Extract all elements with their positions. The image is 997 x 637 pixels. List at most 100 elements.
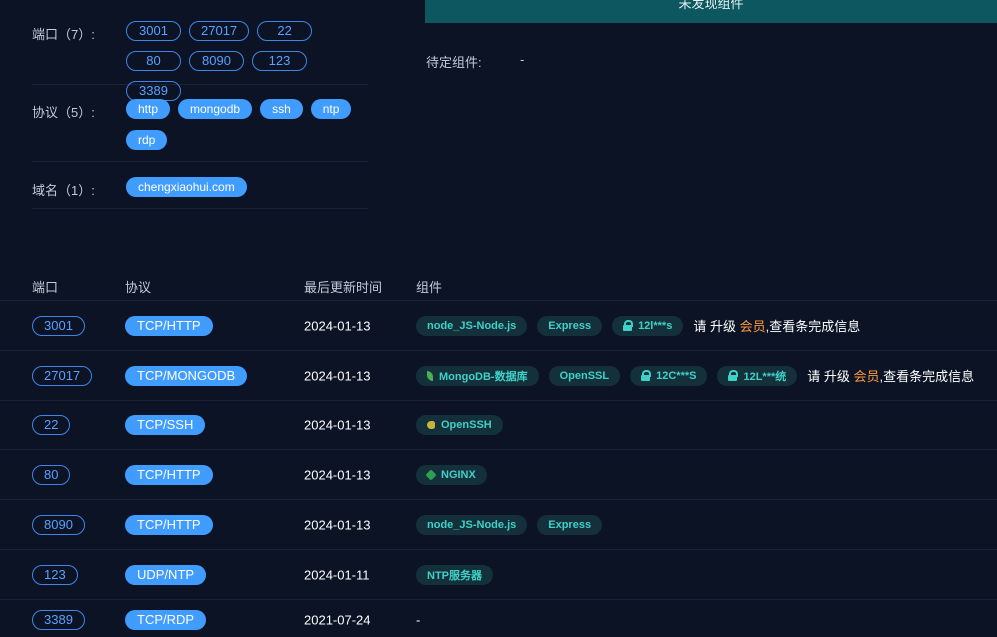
- component-name: node_JS-Node.js: [427, 319, 517, 332]
- protocol-tag[interactable]: TCP/HTTP: [125, 315, 213, 336]
- port-tag[interactable]: 3389: [126, 81, 181, 101]
- components-cell: -: [416, 612, 420, 627]
- port-cell: 3389: [32, 609, 85, 630]
- asset-summary: 端口（7）: 3001 27017 22 80 8090 123 3389 协议（5）: h…: [32, 0, 368, 209]
- pending-components-value: -: [520, 52, 525, 67]
- components-cell: NGINX: [416, 464, 497, 485]
- component-name: 12L***统: [743, 370, 787, 383]
- component-tag[interactable]: Express: [537, 514, 603, 535]
- protocol-cell: TCP/HTTP: [125, 464, 213, 485]
- component-name: 12C***S: [656, 369, 697, 382]
- domains-label: 域名（1）:: [32, 183, 95, 198]
- updated-date: 2024-01-13: [304, 318, 371, 333]
- ports-tag-list: 3001 27017 22 80 8090 123 3389: [126, 21, 368, 101]
- port-link[interactable]: 123: [32, 564, 78, 585]
- component-tag[interactable]: node_JS-Node.js: [416, 514, 528, 535]
- component-name: OpenSSH: [441, 418, 492, 431]
- summary-domains-row: 域名（1）: chengxiaohui.com: [32, 162, 368, 209]
- components-cell: MongoDB-数据库 OpenSSL 12C***S 12L***统 请 升级 会员,…: [416, 365, 974, 386]
- port-tag[interactable]: 3001: [126, 21, 181, 41]
- mongodb-leaf-icon: [427, 370, 433, 381]
- protocol-cell: TCP/HTTP: [125, 315, 213, 336]
- table-row: 8090 TCP/HTTP 2024-01-13 node_JS-Node.js Exp…: [0, 500, 997, 550]
- updated-date: 2024-01-11: [304, 567, 370, 582]
- component-tag[interactable]: OpenSSH: [416, 414, 503, 435]
- protocol-tag[interactable]: http: [126, 99, 171, 119]
- header-port: 端口: [32, 280, 59, 295]
- components-empty: -: [416, 612, 421, 627]
- port-cell: 27017: [32, 365, 93, 386]
- component-tag[interactable]: OpenSSL: [548, 365, 621, 386]
- table-row: 3001 TCP/HTTP 2024-01-13 node_JS-Node.js Exp…: [0, 301, 997, 351]
- component-tag[interactable]: 12L***统: [717, 365, 798, 386]
- protocols-tag-list: http mongodb ssh ntp rdp: [126, 99, 368, 161]
- openssh-fish-icon: [427, 420, 435, 429]
- protocol-tag[interactable]: TCP/SSH: [125, 414, 206, 435]
- port-tag[interactable]: 123: [252, 51, 307, 71]
- table-row: 27017 TCP/MONGODB 2024-01-13 MongoDB-数据库 Ope…: [0, 351, 997, 401]
- components-cell: OpenSSH: [416, 414, 513, 435]
- upgrade-prefix: 请 升级: [693, 319, 740, 334]
- updated-date: 2024-01-13: [304, 517, 371, 532]
- vip-link[interactable]: 会员: [854, 369, 880, 384]
- upgrade-notice: 请 升级 会员,查看条完成信息: [807, 366, 974, 385]
- port-link[interactable]: 8090: [32, 514, 85, 535]
- component-name: MongoDB-数据库: [439, 370, 528, 383]
- header-updated: 最后更新时间: [304, 280, 383, 295]
- upgrade-suffix: ,查看条完成信息: [765, 319, 861, 334]
- component-name: Express: [548, 319, 592, 332]
- protocol-cell: TCP/MONGODB: [125, 365, 248, 386]
- no-components-banner: 未发现组件: [425, 0, 997, 23]
- lock-icon: [641, 370, 652, 381]
- port-cell: 123: [32, 564, 78, 585]
- protocol-cell: TCP/RDP: [125, 609, 207, 630]
- protocol-tag[interactable]: TCP/RDP: [125, 609, 207, 630]
- port-tag[interactable]: 27017: [189, 21, 250, 41]
- updated-date: 2024-01-13: [304, 417, 371, 432]
- domain-tag[interactable]: chengxiaohui.com: [126, 177, 247, 197]
- nginx-icon: [425, 468, 437, 481]
- port-link[interactable]: 3389: [32, 609, 85, 630]
- port-tag[interactable]: 22: [257, 21, 313, 41]
- protocol-tag[interactable]: rdp: [126, 130, 168, 150]
- component-name: OpenSSL: [559, 369, 610, 382]
- protocol-tag[interactable]: UDP/NTP: [125, 564, 207, 585]
- vip-link[interactable]: 会员: [740, 319, 766, 334]
- component-tag[interactable]: NGINX: [416, 464, 487, 485]
- protocols-label: 协议（5）:: [32, 105, 95, 120]
- component-tag[interactable]: 12C***S: [630, 365, 708, 386]
- component-tag[interactable]: Express: [537, 315, 603, 336]
- protocol-tag[interactable]: TCP/HTTP: [125, 464, 213, 485]
- pending-components: 待定组件: -: [426, 52, 524, 71]
- protocol-tag[interactable]: TCP/HTTP: [125, 514, 213, 535]
- component-tag[interactable]: 12l***s: [612, 315, 684, 336]
- protocol-cell: TCP/HTTP: [125, 514, 213, 535]
- header-protocol: 协议: [125, 280, 152, 295]
- pending-components-label: 待定组件:: [426, 55, 482, 70]
- port-link[interactable]: 27017: [32, 365, 93, 386]
- upgrade-notice: 请 升级 会员,查看条完成信息: [693, 316, 860, 335]
- protocol-tag[interactable]: mongodb: [178, 99, 253, 119]
- table-row: 80 TCP/HTTP 2024-01-13 NGINX: [0, 450, 997, 500]
- port-tag[interactable]: 8090: [189, 51, 244, 71]
- lock-icon: [623, 320, 634, 331]
- updated-date: 2021-07-24: [304, 612, 371, 627]
- protocol-tag[interactable]: TCP/MONGODB: [125, 365, 248, 386]
- component-tag[interactable]: NTP服务器: [416, 564, 493, 585]
- upgrade-prefix: 请 升级: [807, 369, 854, 384]
- table-row: 123 UDP/NTP 2024-01-11 NTP服务器: [0, 550, 997, 600]
- protocol-tag[interactable]: ntp: [310, 99, 352, 119]
- component-tag[interactable]: MongoDB-数据库: [416, 365, 539, 386]
- port-link[interactable]: 80: [32, 464, 71, 485]
- port-tag[interactable]: 80: [126, 51, 181, 71]
- port-link[interactable]: 22: [32, 414, 71, 435]
- lock-icon: [728, 370, 739, 381]
- table-header: 端口 协议 最后更新时间 组件: [0, 268, 997, 301]
- components-cell: NTP服务器: [416, 564, 503, 585]
- components-cell: node_JS-Node.js Express 12l***s 请 升级 会员,查看条…: [416, 315, 860, 336]
- protocol-cell: TCP/SSH: [125, 414, 206, 435]
- protocol-tag[interactable]: ssh: [260, 99, 303, 119]
- port-link[interactable]: 3001: [32, 315, 85, 336]
- component-name: 12l***s: [638, 319, 673, 332]
- component-tag[interactable]: node_JS-Node.js: [416, 315, 528, 336]
